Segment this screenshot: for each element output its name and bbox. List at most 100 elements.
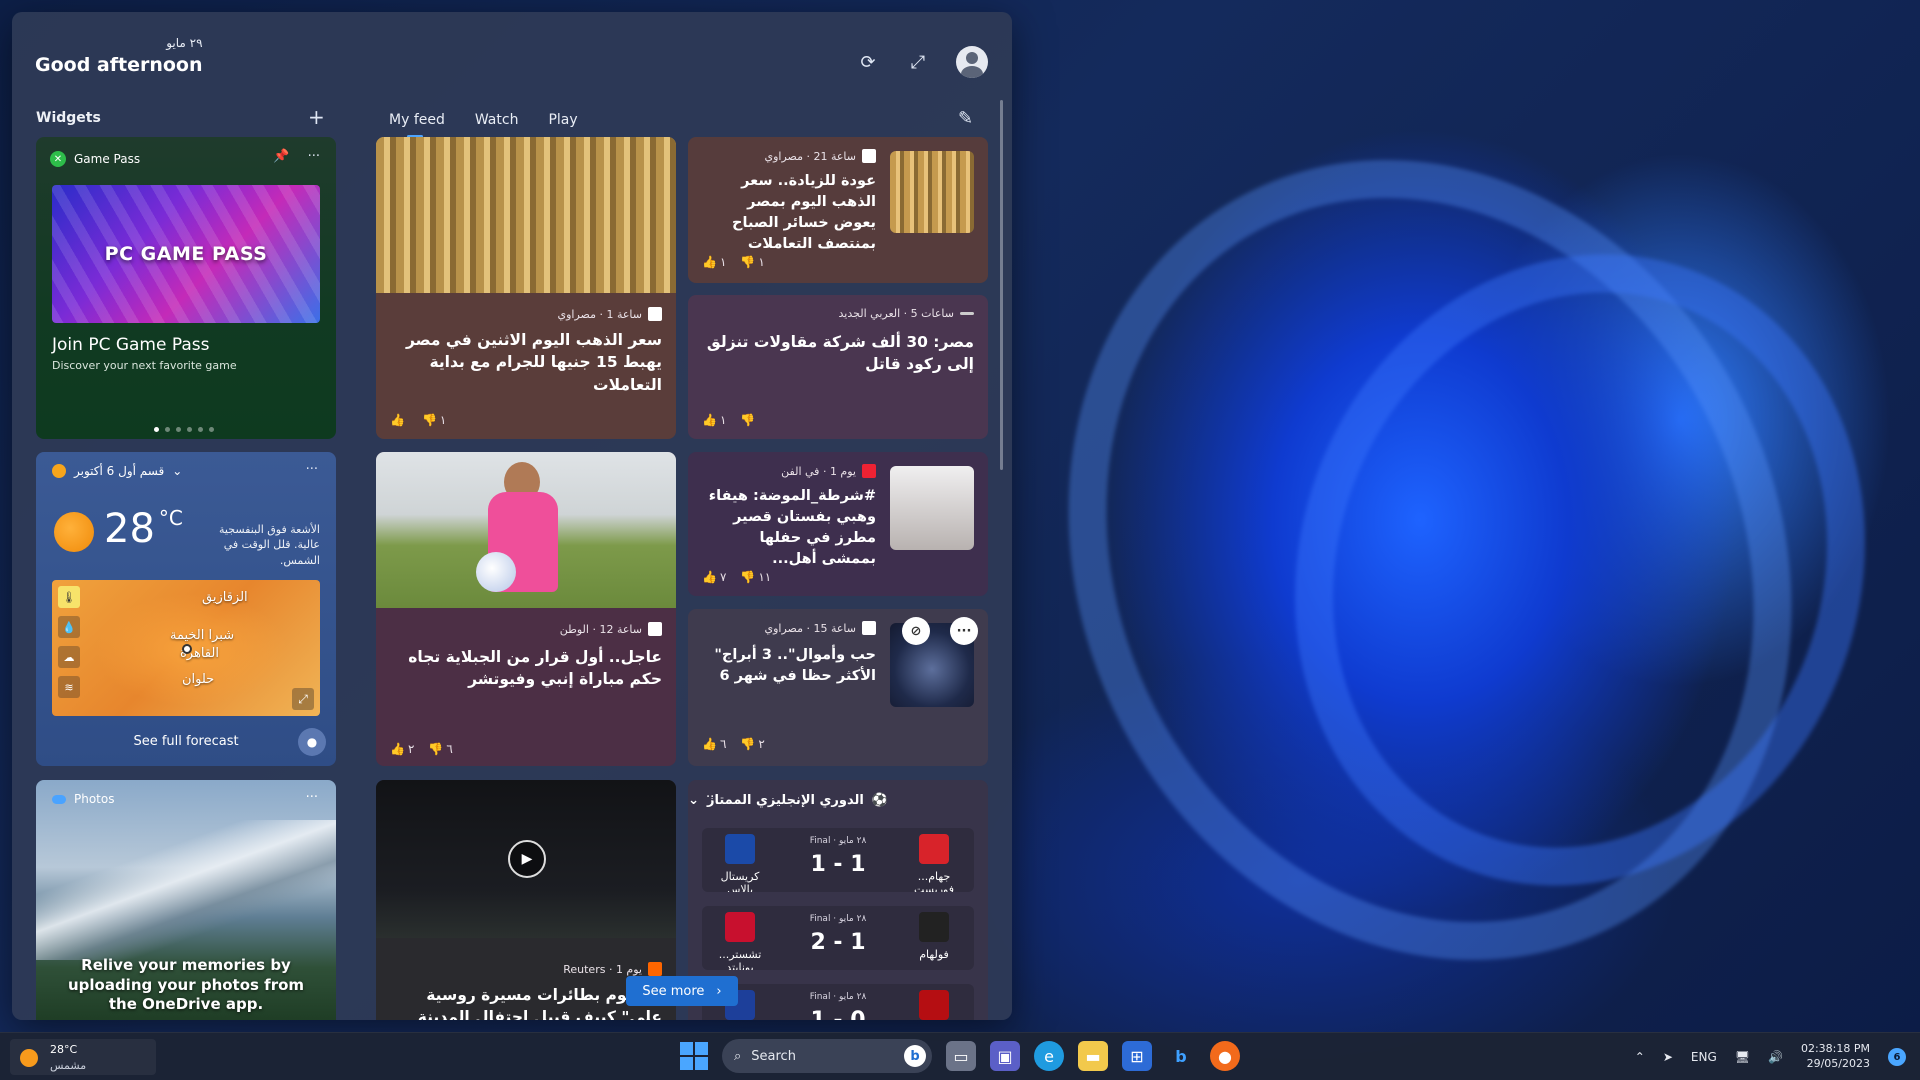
gamepass-banner[interactable]: PC GAME PASS	[52, 185, 320, 323]
like-button[interactable]: 👍 ٧	[702, 570, 726, 584]
expand-icon[interactable]: ⤢	[292, 688, 314, 710]
firefox-icon[interactable]: ●	[1210, 1041, 1240, 1071]
team-crest-icon	[919, 834, 949, 864]
gamepass-widget[interactable]: ✕ Game Pass 📌 ··· PC GAME PASS Join PC G…	[36, 137, 336, 439]
news-card[interactable]: ⊘ ··· ساعة 15 · مصراوي حب وأموال".. 3 أب…	[688, 609, 988, 766]
carousel-dot[interactable]	[176, 427, 181, 432]
gamepass-header: ✕ Game Pass	[50, 151, 140, 167]
windows-start-icon[interactable]	[680, 1042, 708, 1070]
carousel-dot[interactable]	[154, 427, 159, 432]
news-card[interactable]: ساعة 12 · الوطن عاجل.. أول قرار من الجبل…	[376, 452, 676, 766]
edge-icon[interactable]: e	[1034, 1041, 1064, 1071]
hide-story-button[interactable]: ⊘	[902, 617, 930, 645]
dislike-count: ٢	[758, 737, 765, 751]
news-card[interactable]: ساعة 1 · مصراوي سعر الذهب اليوم الاثنين …	[376, 137, 676, 439]
more-options-button[interactable]: ···	[950, 617, 978, 645]
store-icon[interactable]: ⊞	[1122, 1041, 1152, 1071]
news-headline[interactable]: " هجوم بطائرات مسيرة روسية على" كييف قبي…	[390, 984, 662, 1020]
see-more-button[interactable]: See more ›	[626, 976, 738, 1006]
dislike-button[interactable]: 👎 ٦	[428, 742, 452, 756]
bing-app-icon[interactable]: b	[1166, 1041, 1196, 1071]
expand-icon[interactable]: ⤢	[906, 50, 930, 74]
news-card[interactable]: يوم 1 · في الفن #شرطة_الموضة: هيفاء وهبي…	[688, 452, 988, 596]
teams-icon[interactable]: ▣	[990, 1041, 1020, 1071]
edit-icon[interactable]: ✎	[958, 108, 973, 129]
match-row[interactable]: كريستال بالاس Final · ٢٨ مايو 1 - 1 ...ج…	[702, 828, 974, 892]
more-icon[interactable]: ···	[308, 149, 320, 164]
add-widget-icon[interactable]: +	[308, 105, 325, 129]
news-headline[interactable]: عاجل.. أول قرار من الجبلاية تجاه حكم مبا…	[390, 646, 662, 691]
thumbs-up-icon: 👍	[390, 413, 405, 427]
news-headline[interactable]: عودة للزيادة.. سعر الذهب اليوم بمصر يعوض…	[702, 171, 876, 255]
bing-icon[interactable]: b	[904, 1045, 926, 1067]
match-row[interactable]: Final · ٢٨ مايو 1 - 0	[702, 984, 974, 1020]
news-headline[interactable]: مصر: 30 ألف شركة مقاولات تنزلق إلى ركود …	[702, 331, 974, 376]
scrollbar[interactable]	[1000, 100, 1003, 470]
taskbar-weather[interactable]: 28°C مشمس	[10, 1039, 156, 1075]
cloud-icon[interactable]: ☁	[58, 646, 80, 668]
clock[interactable]: 02:38:18 PM 29/05/2023	[1801, 1042, 1870, 1072]
refresh-icon[interactable]: ⟳	[856, 50, 880, 74]
news-headline[interactable]: #شرطة_الموضة: هيفاء وهبي بفستان قصير مطر…	[702, 486, 876, 570]
news-card[interactable]: ساعة 21 · مصراوي عودة للزيادة.. سعر الذه…	[688, 137, 988, 283]
language-indicator[interactable]: ENG	[1691, 1050, 1717, 1064]
photos-widget[interactable]: Photos ··· Relive your memories by uploa…	[36, 780, 336, 1020]
volume-icon[interactable]: 🔊	[1768, 1050, 1783, 1064]
more-icon[interactable]: ···	[706, 790, 718, 805]
news-headline[interactable]: سعر الذهب اليوم الاثنين في مصر يهبط 15 ج…	[390, 329, 662, 396]
task-view-icon[interactable]: ▭	[946, 1041, 976, 1071]
chevron-up-icon[interactable]: ⌃	[1635, 1050, 1645, 1064]
carousel-dot[interactable]	[165, 427, 170, 432]
avatar[interactable]	[956, 46, 988, 78]
dislike-count: ١	[439, 413, 447, 427]
chevron-down-icon[interactable]: ⌄	[172, 464, 182, 478]
dislike-button[interactable]: 👎 ١	[422, 413, 446, 427]
weather-description[interactable]: الأشعة فوق البنفسجية عالية. قلل الوقت في…	[200, 522, 320, 568]
gamepass-title[interactable]: Join PC Game Pass	[52, 335, 209, 355]
pin-icon[interactable]: 📌	[273, 149, 289, 164]
like-button[interactable]: 👍 ١	[702, 413, 726, 427]
map-tools: 🌡 💧 ☁ ≋	[58, 586, 82, 698]
droplet-icon[interactable]: 💧	[58, 616, 80, 638]
thermometer-icon[interactable]: 🌡	[58, 586, 80, 608]
weather-map[interactable]: 🌡 💧 ☁ ≋ الزقازيق شبرا الخيمة القاهرة حلو…	[52, 580, 320, 716]
team-right[interactable]: ...جهام فوريست	[902, 834, 966, 892]
carousel-dot[interactable]	[187, 427, 192, 432]
like-button[interactable]: 👍	[390, 413, 408, 427]
team-right[interactable]	[902, 990, 966, 1020]
weather-app-icon[interactable]: ●	[298, 728, 326, 756]
weather-header[interactable]: قسم أول 6 أكتوبر ⌄	[52, 464, 182, 478]
like-button[interactable]: 👍 ١	[702, 255, 726, 269]
dislike-count: ١	[758, 255, 765, 269]
news-headline[interactable]: حب وأموال".. 3 أبراج" الأكثر حظا في شهر …	[702, 645, 876, 687]
see-full-forecast-link[interactable]: See full forecast	[36, 734, 336, 749]
wind-icon[interactable]: ≋	[58, 676, 80, 698]
carousel-dot[interactable]	[198, 427, 203, 432]
like-button[interactable]: 👍 ٦	[702, 737, 726, 751]
more-icon[interactable]: ···	[306, 790, 318, 805]
notification-badge[interactable]: 6	[1888, 1048, 1906, 1066]
dislike-button[interactable]: 👎 ٢	[740, 737, 764, 751]
dislike-button[interactable]: 👎 ١	[740, 255, 764, 269]
like-button[interactable]: 👍 ٢	[390, 742, 414, 756]
match-row[interactable]: ...تشستر يونايتد Final · ٢٨ مايو 2 - 1 ف…	[702, 906, 974, 970]
taskbar-search[interactable]: ⌕ Search b	[722, 1039, 932, 1073]
tab-watch[interactable]: Watch	[475, 112, 519, 136]
play-icon[interactable]: ▶	[508, 840, 546, 878]
weather-widget[interactable]: قسم أول 6 أكتوبر ⌄ ··· 28 °C الأشعة فوق ا…	[36, 452, 336, 766]
network-icon[interactable]: 🖥	[1735, 1050, 1750, 1064]
tab-my-feed[interactable]: My feed	[389, 112, 445, 138]
dislike-button[interactable]: 👎 ١١	[740, 570, 771, 584]
more-icon[interactable]: ···	[306, 462, 318, 477]
thumbs-down-icon: 👎	[740, 570, 756, 584]
source-logo-icon	[960, 312, 974, 315]
like-count: ١	[719, 255, 727, 269]
dislike-button[interactable]: 👎	[740, 413, 758, 427]
carousel-dot[interactable]	[209, 427, 214, 432]
team-right[interactable]: فولهام	[902, 912, 966, 961]
tab-play[interactable]: Play	[548, 112, 577, 136]
file-explorer-icon[interactable]: ▬	[1078, 1041, 1108, 1071]
chevron-down-icon[interactable]: ⌄	[688, 793, 699, 808]
news-card[interactable]: ساعات 5 · العربي الجديد مصر: 30 ألف شركة…	[688, 295, 988, 439]
location-icon[interactable]: ➤	[1663, 1050, 1673, 1064]
